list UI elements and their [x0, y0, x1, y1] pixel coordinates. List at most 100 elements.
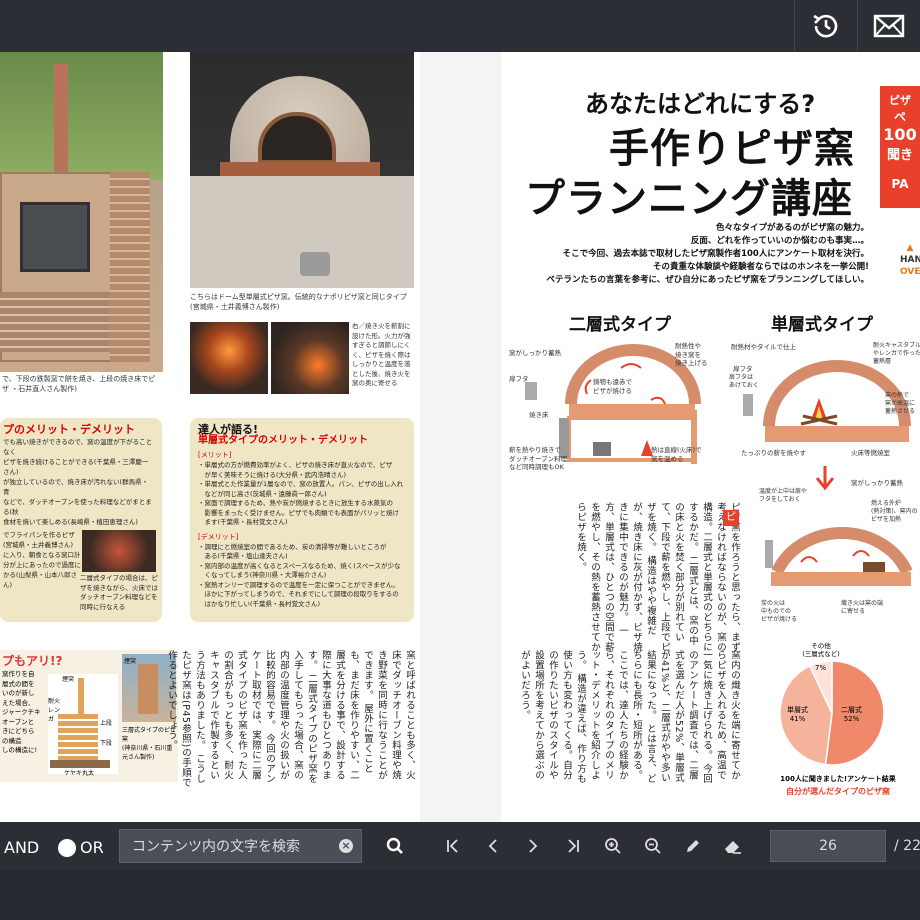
- and-label: AND: [4, 838, 40, 857]
- sgl-label-3: 耐火キャスタブル やレンガで作った 蓄熱層: [873, 342, 920, 365]
- dbl-label-1: 扉フタ: [509, 375, 529, 383]
- badge-line5: PA: [891, 177, 909, 191]
- badge-line2: ペ: [893, 110, 906, 124]
- merit-a-heading: プのメリット・デメリット: [3, 423, 135, 436]
- headline-small: あなたはどれにする?: [585, 90, 816, 118]
- history-icon: [812, 14, 837, 38]
- merit-b-heading: 達人が語る!: [198, 423, 259, 436]
- or-radio[interactable]: OR: [58, 838, 104, 857]
- prev-page-button[interactable]: [478, 832, 508, 860]
- pie-note-other: その他 (三層式など): [802, 642, 840, 658]
- search-input[interactable]: コンテンツ内の文字を検索 ×: [119, 829, 362, 863]
- sgl2-label-3: 炭の火は 中ものでの ピザが焼ける: [761, 600, 798, 623]
- right-vertical-text-upper: ピザ窯を作ろうと思ったら、まず考えなければならないのが、窯の構造。二層式と単層式…: [505, 502, 741, 652]
- right-vtext-7: 構造が違えば、作り方も使い方も変わってくる。自分の作りたいピザのスタイルや設置場…: [519, 650, 586, 784]
- sgl-label-5: たっぷりの薪を焼やす: [741, 449, 806, 457]
- bottom-toolbar: AND OR コンテンツ内の文字を検索 × 26 / 22: [0, 822, 920, 870]
- page-viewer[interactable]: で、下段の鉄製窯で餅を焼き、上段の焼き床でピザ ・石井直人さん製作) こちらはド…: [0, 52, 920, 822]
- heading-double-type: 二層式タイプ: [569, 315, 671, 335]
- pie-label-double: 二層式 52%: [841, 706, 862, 724]
- feature-box-triple: プもアリ!? 窯作りを自 層式の間を いのが新し えた場合、 ジャークチキ オー…: [0, 650, 178, 782]
- photo-dome-oven: [190, 52, 414, 288]
- sgl-label-4: 窯の熱で 窯が高温に 蓄熱させる: [885, 392, 916, 415]
- footer-area: [0, 870, 920, 920]
- sgl2-label-0: 温度が上中は扉や フタをしておく: [759, 488, 808, 503]
- pie-caption-1: 100人に聞きました!アンケート結果: [780, 775, 896, 783]
- merit-a-body: でも高い焼きができるので、窯の温度が下がることなく ピザを焼き続けることができる…: [3, 438, 153, 526]
- triple-oven-diagram: 煙突 耐火レンガ 上段 下段 ケヤキ丸太: [48, 674, 118, 777]
- photo-fire-hand: [271, 322, 349, 394]
- or-label: OR: [80, 838, 104, 857]
- next-page-button[interactable]: [518, 832, 548, 860]
- right-vertical-text-lower: 窯内の熾き火を端に寄せてからピザを入れるため、高温で一気に焼き上げられる。 今回…: [505, 650, 741, 788]
- zoom-in-button[interactable]: [598, 832, 628, 860]
- merit-b-tag-demerit: [デメリット]: [198, 532, 239, 541]
- diagram-label-chimney: 煙突: [62, 676, 75, 683]
- first-page-button[interactable]: [438, 832, 468, 860]
- zoom-in-icon: [605, 838, 621, 854]
- pie-label-other-pct: 7%: [815, 664, 827, 672]
- dbl-label-3: 薪を熱やり焼きで ダッチオーブン料理 など同時調理もOK: [509, 446, 568, 471]
- badge-line4: 聞き: [886, 148, 913, 163]
- history-button[interactable]: [794, 0, 856, 52]
- and-radio[interactable]: AND: [4, 838, 39, 857]
- pie-caption-2: 自分が選んだタイプのピザ窯: [786, 787, 890, 796]
- magazine-page-right: あなたはどれにする? 手作りピザ窯 プランニング講座 ピザ ペ 100 聞き P…: [501, 52, 920, 822]
- sgl2-label-2: 燃える外炉 (熱対策)、窯内の ピザを加熱: [871, 500, 918, 523]
- magazine-logo: ▲ HAN OVE: [900, 243, 920, 277]
- radio-circle-icon: [58, 838, 76, 857]
- caption-dome-oven: こちらはドーム型単層式ピザ窯。伝統的なナポリピザ窯と同じタイプ(宮城県・土井義博…: [190, 293, 407, 311]
- badge-line1: ピザ: [889, 94, 911, 107]
- logo-line1: HAN: [900, 255, 920, 265]
- search-button[interactable]: [378, 832, 412, 860]
- pie-label-single-name: 単層式: [787, 706, 808, 714]
- pen-button[interactable]: [678, 832, 708, 860]
- feature-body: 窯作りを自 層式の間を いのが新し えた場合、 ジャークチキ オーブンと きにど…: [2, 670, 41, 754]
- eraser-icon: [725, 841, 741, 854]
- search-icon: [386, 837, 403, 854]
- caption-brick-oven: で、下段の鉄製窯で餅を焼き、上段の焼き床でピザ ・石井直人さん製作): [2, 375, 156, 393]
- logo-line2: OVE: [900, 267, 920, 277]
- current-page: 26: [819, 838, 837, 854]
- pen-icon: [687, 840, 699, 852]
- heading-single-type: 単層式タイプ: [771, 315, 873, 335]
- headline-main-2: プランニング講座: [525, 176, 853, 222]
- eraser-button[interactable]: [718, 832, 748, 860]
- first-page-icon: [447, 839, 458, 853]
- merit-box-single: 達人が語る! 単層式タイプのメリット・デメリット [メリット] ・単層式の方が燃…: [190, 418, 414, 622]
- feature-badge: ピザ ペ 100 聞き PA: [880, 86, 920, 208]
- merit-b-body-demerit: ・調理にと燃焼室の間であるため、炭の清掃等が難しいところが ある(千葉県・塩山達…: [198, 542, 401, 608]
- pie-label-single-pct: 41%: [789, 715, 806, 723]
- right-vtext-6: とは言え、どちらにも長所・短所がある。ここでは、達人たちの経験から、それぞれのタ…: [575, 650, 656, 784]
- badge-line3: 100: [883, 125, 917, 144]
- mail-icon: [873, 14, 904, 38]
- prev-page-icon: [488, 839, 497, 853]
- merit-a-inset: 二層式タイプの場合は、ピザを焼きながら、火床ではダッチオーブン料理などを同時に行…: [80, 574, 158, 611]
- zoom-out-button[interactable]: [638, 832, 668, 860]
- last-page-button[interactable]: [558, 832, 588, 860]
- merit-b-body-merit: ・単層式の方が燃費効率がよく、ピザの焼き床が直火なので、ピザ が早く美味そうに焼…: [198, 461, 404, 526]
- caption-fire: 右／焼き火を薪割に設けた形。火力が強すぎると調節しにくく、ピザを焼く際はしっかり…: [352, 322, 411, 387]
- sgl-label-1: 扉フタ: [733, 365, 753, 373]
- photo-dutch-oven: [82, 530, 156, 572]
- merit-box-double: プのメリット・デメリット でも高い焼きができるので、窯の温度が下がることなく ピ…: [0, 418, 162, 622]
- photo-brick-oven: [0, 52, 163, 372]
- sgl2-label-1: 窯がしっかり蓄熱: [851, 479, 903, 487]
- total-pages: / 22: [894, 838, 920, 854]
- pie-label-double-name: 二層式: [841, 706, 862, 714]
- page-number-input[interactable]: 26: [770, 830, 886, 862]
- last-page-icon: [568, 839, 579, 853]
- clear-icon[interactable]: ×: [339, 839, 353, 853]
- page-gutter: [420, 52, 501, 822]
- dbl-label-6: 熱は直線(火床)で 窯を温める: [651, 446, 702, 463]
- pie-label-double-pct: 52%: [843, 715, 860, 723]
- merit-a-side: でフライパンを作るピザ (宮城県・土井義博さん) に入り、朝食となる窯口計 分が…: [3, 531, 81, 589]
- mail-button[interactable]: [857, 0, 919, 52]
- lead-line-2: 反面、どれを作っていいのか悩むのも事実…。: [690, 236, 869, 246]
- lead-line-5: ベテランたちの言葉を参考に、ぜひ自分にあったピザ窯をプランニングしてほしい。: [546, 275, 870, 285]
- dbl-label-5: 鋳物も遠赤で ピザが焼ける: [593, 378, 632, 395]
- next-page-icon: [529, 839, 538, 853]
- dropcap-marker: ピ: [723, 510, 739, 526]
- right-vtext-4: 窯内の熾き火を端に寄せてからピザを入れるため、高温で一気に焼き上げられる。: [701, 650, 740, 780]
- magazine-page-left: で、下段の鉄製窯で餅を焼き、上段の焼き床でピザ ・石井直人さん製作) こちらはド…: [0, 52, 420, 822]
